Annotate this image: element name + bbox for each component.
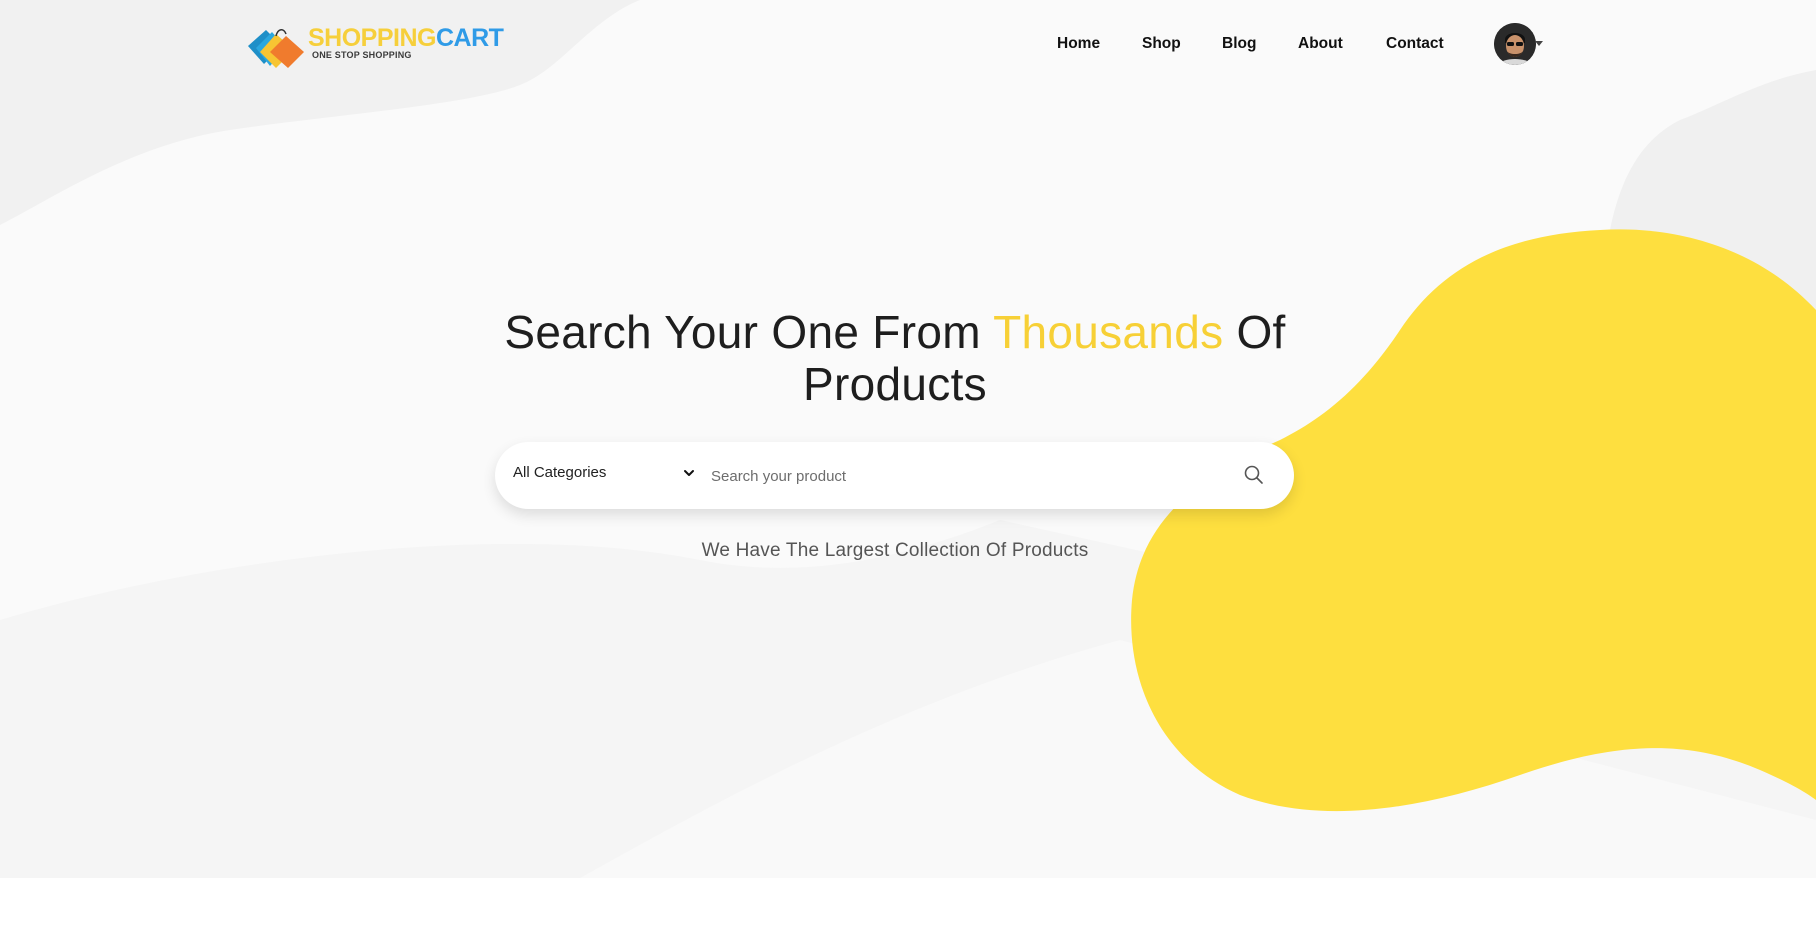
search-icon[interactable] (1241, 462, 1267, 488)
search-input[interactable] (709, 460, 1233, 492)
headline-text-start: Search Your One From (504, 306, 994, 358)
user-avatar-icon[interactable] (1494, 23, 1536, 65)
nav-link-home[interactable]: Home (1057, 35, 1100, 53)
brand-name: SHOPPINGCART (308, 24, 504, 52)
shopping-bags-logo-icon (248, 29, 304, 68)
nav-link-blog[interactable]: Blog (1222, 35, 1256, 53)
hero-subtitle: We Have The Largest Collection Of Produc… (701, 540, 1089, 561)
brand-name-part2: CART (435, 24, 504, 52)
headline-text-end: Of (1223, 306, 1286, 358)
headline-highlight: Thousands (993, 306, 1224, 358)
nav-link-about[interactable]: About (1298, 35, 1343, 53)
site-logo[interactable]: SHOPPINGCART ONE STOP SHOPPING (246, 24, 506, 70)
hero-section: SHOPPINGCART ONE STOP SHOPPING Home Shop… (0, 0, 1816, 878)
chevron-down-icon[interactable] (682, 466, 696, 480)
hero-headline: Search Your One From Thousands Of Produc… (0, 306, 1790, 410)
nav-link-shop[interactable]: Shop (1142, 35, 1181, 53)
search-bar: All Categories (495, 442, 1294, 509)
avatar-portrait-icon (1494, 23, 1536, 65)
category-select[interactable]: All Categories (513, 464, 606, 481)
nav-link-contact[interactable]: Contact (1386, 35, 1444, 53)
brand-name-part1: SHOPPING (308, 24, 436, 52)
background-shapes (0, 0, 1816, 878)
headline-line2: Products (803, 358, 987, 410)
avatar-dropdown-caret-icon[interactable] (1535, 41, 1543, 46)
brand-tagline: ONE STOP SHOPPING (312, 50, 412, 60)
